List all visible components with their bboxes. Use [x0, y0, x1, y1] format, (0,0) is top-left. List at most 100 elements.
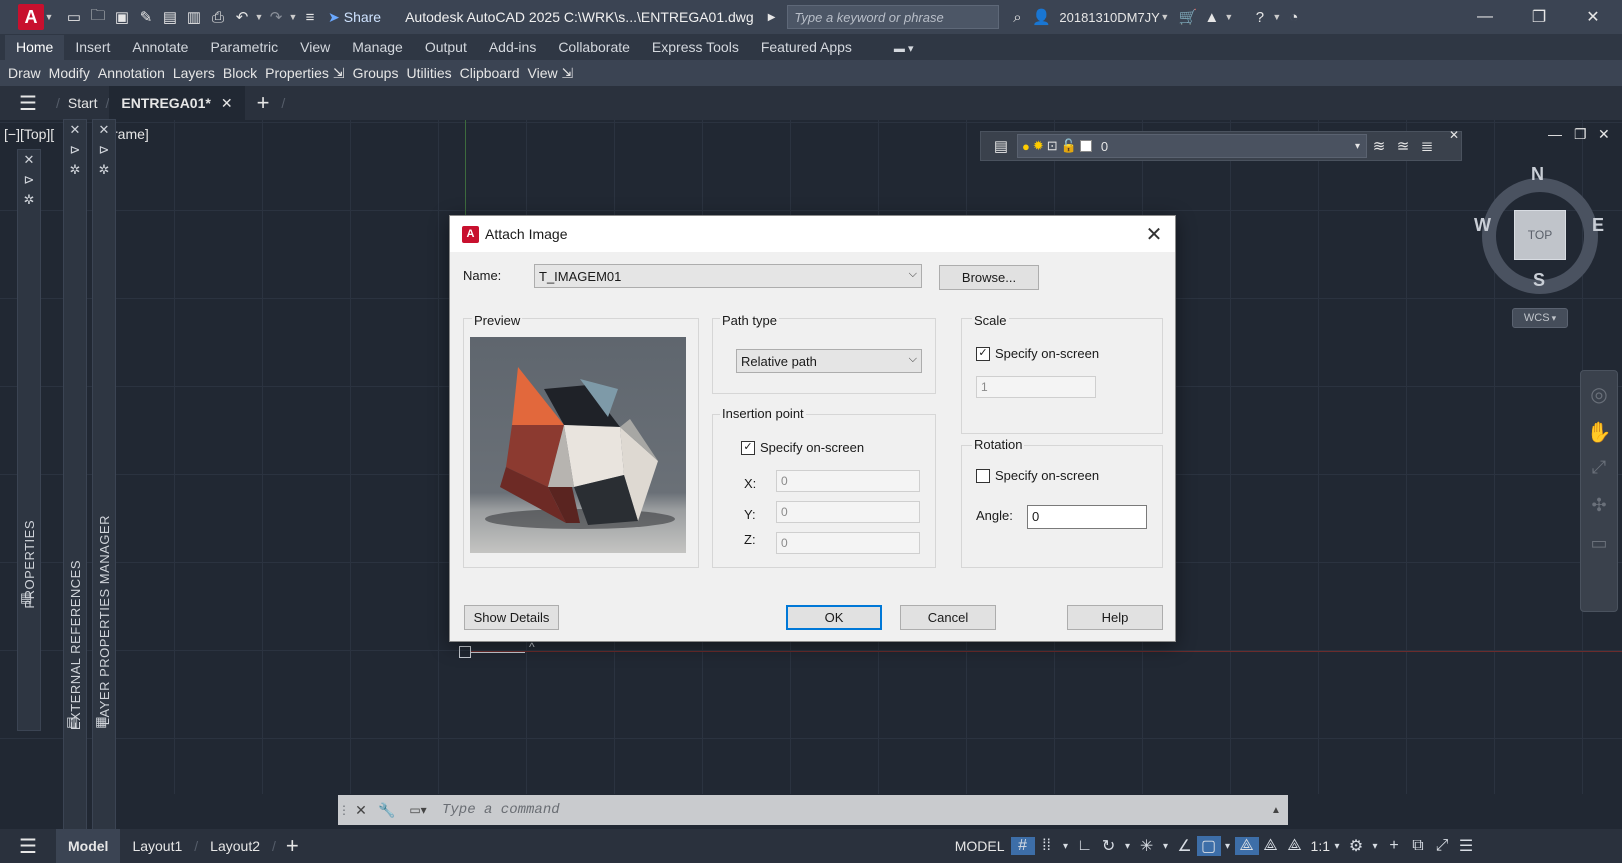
iso-caret-icon[interactable]: ▾: [1159, 841, 1173, 852]
palette-settings-icon[interactable]: ✲: [93, 160, 115, 180]
compass-east[interactable]: E: [1592, 215, 1604, 236]
toolbar-close-icon[interactable]: ✕: [1449, 128, 1459, 142]
rotation-checkbox-box[interactable]: [976, 468, 990, 483]
annotation-scale-icon[interactable]: ⟁: [1283, 837, 1307, 855]
viewport-label-tail[interactable]: rame]: [113, 126, 149, 142]
scale-field[interactable]: 1: [976, 376, 1096, 398]
save-icon[interactable]: ▣: [110, 6, 134, 28]
tab-view[interactable]: View: [289, 35, 341, 60]
share-button[interactable]: ➤ Share: [328, 9, 381, 26]
app-caret-icon[interactable]: ▼: [1224, 12, 1234, 22]
layer-toolbar[interactable]: ▤ ● ✹ ⊡ 🔓 0 ▾ ≋ ≊ ≣ ✕: [980, 128, 1462, 161]
tab-layout1[interactable]: Layout1: [120, 838, 194, 854]
user-caret-icon[interactable]: ▼: [1160, 12, 1170, 22]
dialog-titlebar[interactable]: A Attach Image ✕: [450, 216, 1175, 252]
viewport-maximize-icon[interactable]: ❐: [1574, 126, 1587, 143]
title-expand-caret-icon[interactable]: ▶: [768, 12, 776, 23]
tab-collaborate[interactable]: Collaborate: [547, 35, 641, 60]
tab-entrega01[interactable]: ENTREGA01* ✕: [109, 86, 245, 120]
compass-south[interactable]: S: [1533, 270, 1545, 291]
assistant-icon[interactable]: ◔: [1282, 6, 1306, 28]
open-from-web-icon[interactable]: ▤: [158, 6, 182, 28]
app-menu-caret-icon[interactable]: ▼: [44, 12, 54, 22]
tab-home[interactable]: Home: [5, 35, 65, 60]
xref-clipboard-icon[interactable]: ▥: [66, 712, 78, 732]
wcs-menu[interactable]: WCS ▾: [1512, 308, 1568, 328]
tab-manage[interactable]: Manage: [341, 35, 414, 60]
undo-caret-icon[interactable]: ▼: [254, 12, 264, 22]
tab-express-tools[interactable]: Express Tools: [641, 35, 750, 60]
panel-view[interactable]: View ⇲: [524, 65, 578, 82]
palette-close-icon[interactable]: ✕: [64, 120, 86, 140]
palette-autohide-icon[interactable]: ⊳: [93, 140, 115, 160]
ok-button[interactable]: OK: [786, 605, 882, 630]
search-icon[interactable]: ⌕: [1005, 6, 1029, 28]
annotation-visibility-icon[interactable]: ⟁: [1234, 837, 1259, 855]
viewcube[interactable]: N S W E TOP WCS ▾: [1474, 164, 1604, 328]
external-references-label[interactable]: EXTERNAL REFERENCES: [68, 560, 83, 730]
browse-button[interactable]: Browse...: [939, 265, 1039, 290]
units-icon[interactable]: ⧉: [1406, 837, 1430, 855]
minimize-icon[interactable]: —: [1458, 0, 1512, 34]
layer-states-icon[interactable]: ≣: [1415, 135, 1439, 157]
restore-icon[interactable]: ❐: [1512, 0, 1566, 34]
insertion-specify-checkbox[interactable]: ✓ Specify on-screen: [741, 440, 864, 455]
path-type-dropdown[interactable]: Relative path ⌵: [736, 349, 922, 373]
polar-icon[interactable]: ↻: [1097, 836, 1121, 856]
isodraft-icon[interactable]: ✳: [1135, 836, 1159, 856]
y-field[interactable]: 0: [776, 501, 920, 523]
palette-settings-icon[interactable]: ✲: [18, 190, 40, 210]
commandline-close-icon[interactable]: ✕: [348, 802, 374, 819]
orbit-icon[interactable]: ✣: [1581, 495, 1617, 515]
user-name[interactable]: 20181310DM7JY: [1059, 10, 1159, 25]
cancel-button[interactable]: Cancel: [900, 605, 996, 630]
hamburger-menu-icon[interactable]: ☰: [0, 91, 56, 116]
autodesk-app-icon[interactable]: ▲: [1200, 6, 1224, 28]
redo-icon[interactable]: ↷: [264, 6, 288, 28]
palette-close-icon[interactable]: ✕: [18, 150, 40, 170]
tab-insert[interactable]: Insert: [64, 35, 121, 60]
layer-properties-palette[interactable]: ✕ ⊳ ✲ LAYER PROPERTIES MANAGER ▦: [92, 119, 116, 851]
search-input[interactable]: Type a keyword or phrase: [787, 5, 1000, 29]
panel-annotation[interactable]: Annotation: [94, 65, 169, 81]
show-details-button[interactable]: Show Details: [464, 605, 559, 630]
viewport-controls[interactable]: [−][Top][: [4, 126, 54, 142]
steering-wheel-icon[interactable]: ◎: [1581, 385, 1617, 405]
palette-close-icon[interactable]: ✕: [93, 120, 115, 140]
help-caret-icon[interactable]: ▼: [1272, 12, 1282, 22]
viewport-minimize-icon[interactable]: —: [1548, 126, 1562, 142]
layer-previous-icon[interactable]: ≊: [1391, 135, 1415, 157]
viewport-close-icon[interactable]: ✕: [1598, 126, 1610, 143]
tab-annotate[interactable]: Annotate: [121, 35, 199, 60]
tab-add-ins[interactable]: Add-ins: [478, 35, 547, 60]
panel-modify[interactable]: Modify: [45, 65, 94, 81]
command-input[interactable]: Type a command: [436, 799, 1264, 821]
layer-properties-icon[interactable]: ▤: [989, 135, 1013, 157]
scale-specify-checkbox[interactable]: ✓ Specify on-screen: [976, 346, 1099, 361]
layer-dropdown[interactable]: ● ✹ ⊡ 🔓 0 ▾: [1017, 134, 1367, 158]
user-icon[interactable]: 👤: [1029, 6, 1053, 28]
snap-caret-icon[interactable]: ▾: [1059, 841, 1073, 852]
showmotion-icon[interactable]: ▭: [1581, 533, 1617, 553]
workspace-gear-icon[interactable]: ⚙: [1344, 836, 1368, 856]
osnap-caret-icon[interactable]: ▾: [1221, 841, 1235, 852]
properties-icon[interactable]: ▤: [20, 588, 32, 608]
ribbon-minimize-icon[interactable]: ▬ ▾: [883, 38, 925, 60]
commandline-customize-icon[interactable]: 🔧: [374, 802, 400, 819]
undo-icon[interactable]: ↶: [230, 6, 254, 28]
open-file-icon[interactable]: 🗀: [86, 6, 110, 28]
tab-layout2[interactable]: Layout2: [198, 838, 272, 854]
viewcube-top-face[interactable]: TOP: [1514, 210, 1566, 260]
redo-caret-icon[interactable]: ▼: [288, 12, 298, 22]
tab-model[interactable]: Model: [56, 829, 121, 863]
layer-manager-icon[interactable]: ▦: [95, 712, 107, 732]
layout-menu-icon[interactable]: ☰: [0, 834, 56, 859]
ortho-icon[interactable]: ∟: [1073, 837, 1097, 855]
palette-settings-icon[interactable]: ✲: [64, 160, 86, 180]
object-snap-icon[interactable]: ▢: [1196, 836, 1221, 856]
scale-caret-icon[interactable]: ▾: [1330, 841, 1344, 852]
tab-close-icon[interactable]: ✕: [221, 95, 233, 112]
autocad-logo-icon[interactable]: A: [18, 4, 44, 30]
customization-menu-icon[interactable]: ☰: [1454, 836, 1478, 856]
tab-featured-apps[interactable]: Featured Apps: [750, 35, 863, 60]
